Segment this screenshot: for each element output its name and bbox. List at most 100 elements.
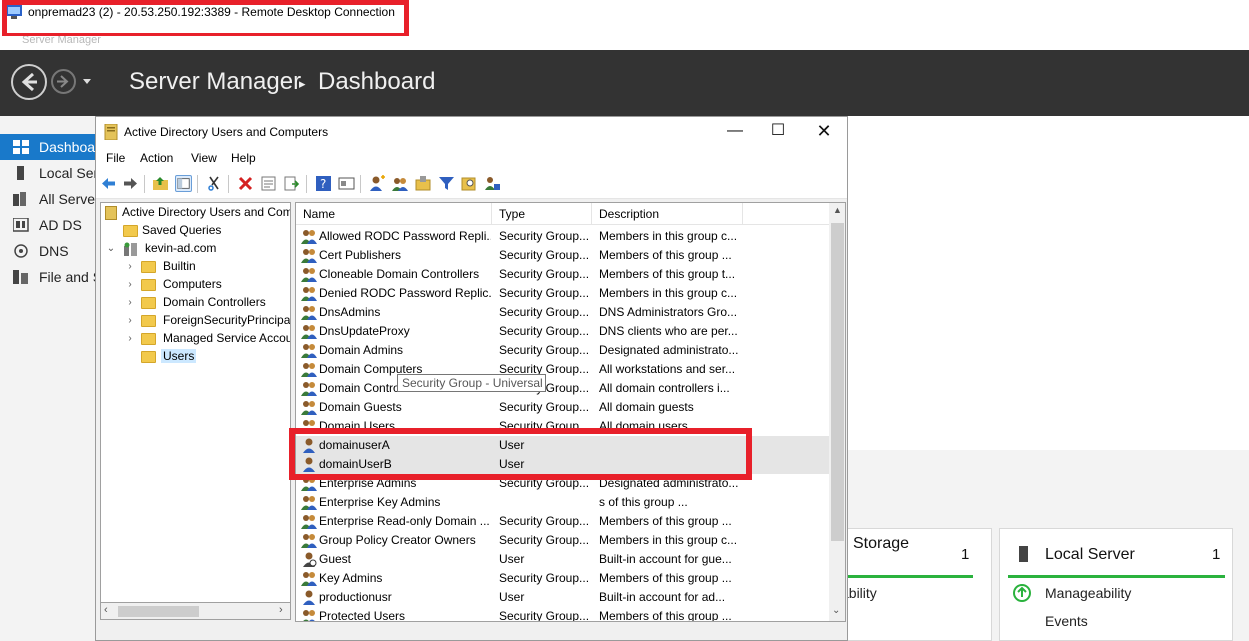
column-header-type[interactable]: Type [499,207,525,221]
table-row[interactable]: DnsAdmins Security Group... DNS Administra… [296,303,829,322]
menu-help[interactable]: Help [231,151,256,165]
column-header-name[interactable]: Name [303,207,335,221]
tile-local-server-events[interactable]: Events [1045,613,1088,629]
help-icon[interactable]: ? [315,175,332,192]
aduc-root-icon [105,206,117,220]
menu-action[interactable]: Action [140,151,173,165]
close-button[interactable]: ✕ [801,117,847,147]
servers-icon [13,192,26,206]
sidebar-item-all-servers[interactable]: All Servers [0,186,107,212]
find-icon[interactable] [461,175,478,192]
row-name: Domain Admins [319,343,404,357]
minimize-button[interactable]: — [712,117,758,147]
scroll-left-icon[interactable]: ‹ [104,604,108,616]
row-type: Security Group... [499,324,590,338]
chevron-right-icon[interactable]: › [125,333,135,344]
table-row[interactable]: Protected Users Security Group... Members … [296,607,829,621]
tree-item-users[interactable]: Users [101,348,290,366]
properties-icon[interactable] [260,175,277,192]
table-row[interactable]: Enterprise Key Admins s of this group ... [296,493,829,512]
scroll-down-icon[interactable]: ⌄ [832,605,840,616]
table-row[interactable]: productionusr User Built-in account for ad… [296,588,829,607]
tile-local-server-manageability[interactable]: Manageability [1045,585,1131,601]
row-type: Security Group... [499,533,590,547]
up-folder-icon[interactable] [152,175,169,192]
sidebar-item-dns[interactable]: DNS [0,238,95,264]
tree-root[interactable]: Active Directory Users and Computers [101,204,290,222]
column-header-description[interactable]: Description [599,207,659,221]
chevron-down-icon[interactable] [82,78,92,86]
back-button[interactable] [11,64,47,100]
table-row[interactable]: Denied RODC Password Replic... Security G… [296,284,829,303]
new-ou-icon[interactable] [415,175,432,192]
maximize-button[interactable]: ☐ [755,117,801,147]
tree-item-saved-queries[interactable]: Saved Queries [101,222,290,240]
tree-item-builtin[interactable]: › Builtin [101,258,290,276]
forward-button[interactable] [51,69,76,94]
table-row[interactable]: Guest User Built-in account for gue... [296,550,829,569]
table-row[interactable]: Domain Admins Security Group... Designated… [296,341,829,360]
table-row[interactable]: Cert Publishers Security Group... Members … [296,246,829,265]
back-arrow-icon[interactable] [100,175,117,192]
row-description: Members of this group ... [599,514,732,528]
new-group-icon[interactable] [392,175,409,192]
tree-item-managed-service-accounts[interactable]: › Managed Service Accounts [101,330,290,348]
forward-arrow-icon[interactable] [122,175,139,192]
table-row[interactable]: Allowed RODC Password Repli... Security G… [296,227,829,246]
sidebar-item-dashboard[interactable]: Dashboard [0,134,108,160]
scroll-up-icon[interactable]: ▲ [833,205,842,215]
table-row[interactable]: Enterprise Read-only Domain ... Security … [296,512,829,531]
annotation-highlight-title [2,0,409,38]
tree-horizontal-scrollbar[interactable]: ‹ › [100,602,291,620]
folder-icon [123,225,138,237]
tree-item-computers[interactable]: › Computers [101,276,290,294]
delete-icon[interactable] [237,175,254,192]
chevron-right-icon[interactable]: › [125,315,135,326]
chevron-down-icon[interactable]: ⌄ [106,243,116,254]
list-vertical-scrollbar[interactable]: ▲ ⌄ [829,203,845,621]
table-row[interactable]: Key Admins Security Group... Members of th… [296,569,829,588]
export-list-icon[interactable] [283,175,300,192]
tile-local-server[interactable]: Local Server 1 Manageability Events [999,528,1233,641]
menu-file[interactable]: File [106,151,125,165]
tree-item-domain[interactable]: ⌄ kevin-ad.com [101,240,290,258]
table-row[interactable]: Group Policy Creator Owners Security Grou… [296,531,829,550]
row-name: Domain Guests [319,400,402,414]
scroll-right-icon[interactable]: › [279,604,283,616]
row-name: Allowed RODC Password Repli... [319,229,491,243]
folder-open-icon [141,351,156,363]
chevron-right-icon[interactable]: › [125,279,135,290]
tree-item-foreign-security-principals[interactable]: › ForeignSecurityPrincipals [101,312,290,330]
add-to-group-icon[interactable] [484,175,501,192]
tree-root-label: Active Directory Users and Computers [122,205,290,219]
table-row[interactable]: Domain Guests Security Group... All domain… [296,398,829,417]
chevron-right-icon[interactable]: › [125,261,135,272]
tree-item-domain-controllers[interactable]: › Domain Controllers [101,294,290,312]
menu-view[interactable]: View [191,151,217,165]
group-icon [301,287,317,301]
table-row[interactable]: Domain Computers Security Group... All wor… [296,360,829,379]
scrollbar-thumb[interactable] [118,606,199,617]
show-hide-tree-icon[interactable] [175,175,192,192]
group-icon [301,325,317,339]
table-row[interactable]: Domain ControllersSecurity Group...All d… [296,379,829,398]
new-user-icon[interactable] [369,175,386,192]
cut-icon[interactable] [206,175,223,192]
console-icon[interactable] [338,175,355,192]
row-description: All workstations and ser... [599,362,736,376]
server-manager-ghost-title: Server Manager [22,36,101,46]
status-up-icon [1013,584,1031,602]
scrollbar-thumb[interactable] [831,223,844,541]
sidebar-item-file-storage[interactable]: File and Storage Services [0,264,199,290]
tree-item-label: Builtin [163,259,196,273]
row-description: Members in this group c... [599,229,738,243]
aduc-menubar: File Action View Help [96,147,847,169]
breadcrumb-app[interactable]: Server Manager [129,68,301,96]
group-icon [301,306,317,320]
sidebar-item-local-server[interactable]: Local Server [0,160,118,186]
table-row[interactable]: Cloneable Domain Controllers Security Gro… [296,265,829,284]
table-row[interactable]: DnsUpdateProxy Security Group... DNS clien… [296,322,829,341]
filter-icon[interactable] [438,175,455,192]
sidebar-item-ad-ds[interactable]: AD DS [0,212,95,238]
chevron-right-icon[interactable]: › [125,297,135,308]
